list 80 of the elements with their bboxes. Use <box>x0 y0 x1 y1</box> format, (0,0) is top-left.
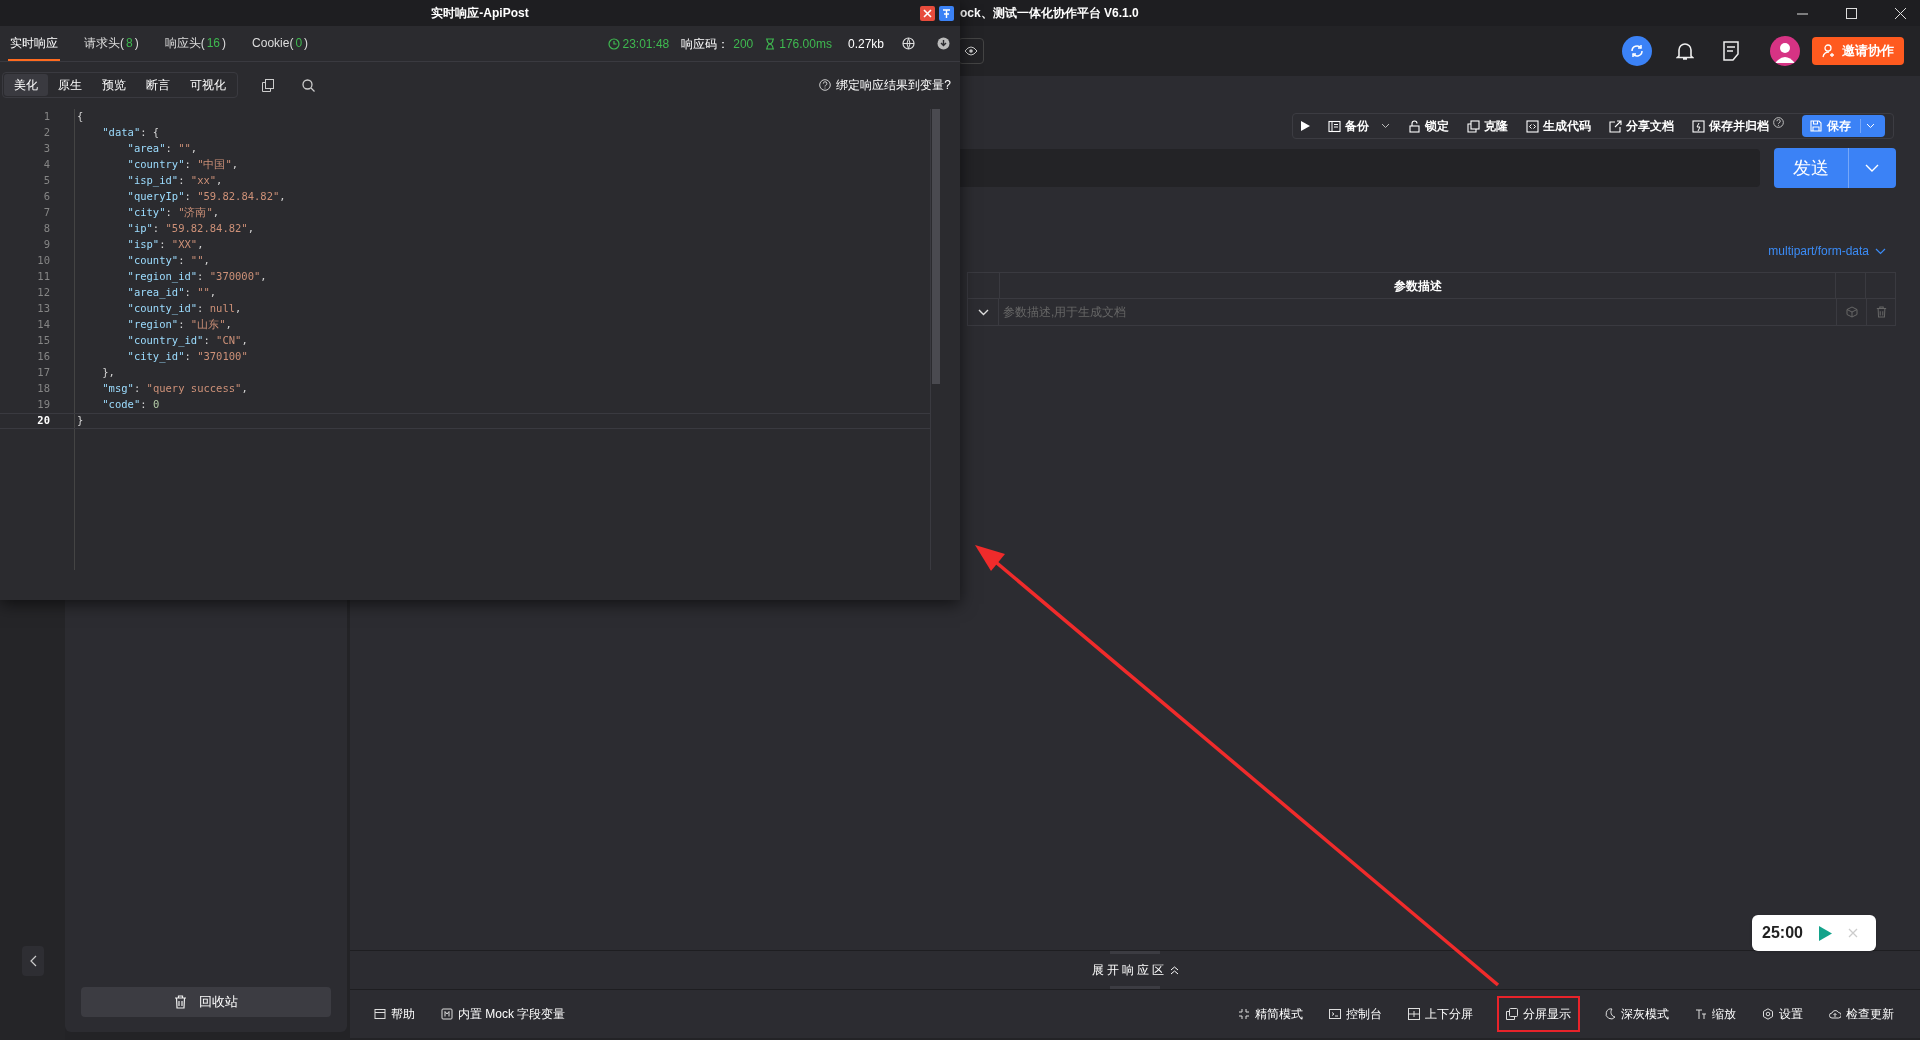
expand-response-bar[interactable]: 展开响应区 <box>1091 961 1179 979</box>
status-bar-button[interactable]: 分屏显示 <box>1497 996 1580 1032</box>
body-type-dropdown[interactable]: multipart/form-data <box>1768 242 1886 260</box>
status-bar-button[interactable]: 帮助 <box>374 996 415 1032</box>
view-tab[interactable]: 原生 <box>48 74 92 96</box>
status-bar-button[interactable]: 缩放 <box>1693 996 1738 1032</box>
code-line: "region": "山东", <box>74 317 232 333</box>
line-number: 4 <box>42 157 50 173</box>
line-number: 10 <box>36 253 50 269</box>
save-button[interactable]: 保存 <box>1802 115 1885 137</box>
recycle-bin-button[interactable]: 回收站 <box>81 987 331 1017</box>
line-number: 8 <box>42 221 50 237</box>
code-line: } <box>74 414 84 428</box>
code-line: "msg": "query success", <box>74 381 248 397</box>
line-number: 16 <box>36 349 50 365</box>
code-line: "ip": "59.82.84.82", <box>74 221 255 237</box>
code-line: "queryIp": "59.82.84.82", <box>74 189 286 205</box>
view-tab[interactable]: 可视化 <box>180 74 236 96</box>
code-line: "area": "", <box>74 141 198 157</box>
line-number: 2 <box>42 125 50 141</box>
code-line: "code": 0 <box>74 397 160 413</box>
status-bar-button[interactable]: 上下分屏 <box>1406 996 1475 1032</box>
line-number: 18 <box>36 381 50 397</box>
code-line: "isp": "XX", <box>74 237 204 253</box>
line-number: 1 <box>42 109 50 125</box>
duration-text: 176.00ms <box>779 35 832 53</box>
line-number: 13 <box>36 301 50 317</box>
toolbar-button[interactable]: 保存并归档 <box>1692 117 1784 135</box>
code-line: "area_id": "", <box>74 285 217 301</box>
code-line: "county": "", <box>74 253 210 269</box>
view-tab[interactable]: 断言 <box>136 74 180 96</box>
timer-text: 25:00 <box>1762 923 1803 943</box>
status-bar-button[interactable]: 精简模式 <box>1236 996 1305 1032</box>
toolbar-button[interactable]: 备份 <box>1328 117 1390 135</box>
line-number: 6 <box>42 189 50 205</box>
toolbar-button[interactable]: 生成代码 <box>1526 117 1591 135</box>
code-line: "country": "中国", <box>74 157 239 173</box>
line-number: 9 <box>42 237 50 253</box>
code-line: "data": { <box>74 125 160 141</box>
line-number: 5 <box>42 173 50 189</box>
code-line: { <box>74 109 84 125</box>
send-button[interactable]: 发送 <box>1774 148 1896 188</box>
code-line: "city": "济南", <box>74 205 220 221</box>
window-title: ock、测试一体化协作平台 V6.1.0 <box>960 5 1139 22</box>
status-bar-button[interactable]: 深灰模式 <box>1602 996 1671 1032</box>
code-line: "country_id": "CN", <box>74 333 248 349</box>
response-time-text: 23:01:48 <box>622 35 670 53</box>
status-code-label: 响应码： <box>681 35 730 53</box>
status-bar-button[interactable]: 内置 Mock 字段变量 <box>441 996 566 1032</box>
bind-variable-link[interactable]: 绑定响应结果到变量? <box>836 76 951 94</box>
code-line: "city_id": "370100" <box>74 349 248 365</box>
code-line: "isp_id": "xx", <box>74 173 223 189</box>
line-number: 15 <box>36 333 50 349</box>
code-line: "region_id": "370000", <box>74 269 267 285</box>
line-number: 19 <box>36 397 50 413</box>
line-number: 11 <box>36 269 50 285</box>
window-title: 实时响应-ApiPost <box>431 5 529 22</box>
line-number: 12 <box>36 285 50 301</box>
line-number: 7 <box>42 205 50 221</box>
status-bar-button[interactable]: 设置 <box>1760 996 1805 1032</box>
toolbar-button[interactable]: 分享文档 <box>1609 117 1674 135</box>
response-tab[interactable]: 实时响应 <box>8 26 60 61</box>
code-line: }, <box>74 365 115 381</box>
status-bar-button[interactable]: 检查更新 <box>1827 996 1896 1032</box>
toolbar-button[interactable]: 克隆 <box>1467 117 1508 135</box>
view-tab[interactable]: 美化 <box>4 74 48 96</box>
code-line: "county_id": null, <box>74 301 242 317</box>
line-number: 17 <box>36 365 50 381</box>
column-header: 参数描述 <box>1392 277 1443 295</box>
response-tab[interactable]: 响应头( 16 ) <box>162 26 229 61</box>
response-tab[interactable]: 请求头( 8 ) <box>82 26 141 61</box>
size-text: 0.27kb <box>847 35 884 53</box>
response-tab[interactable]: Cookie( 0 ) <box>250 26 311 61</box>
status-bar-button[interactable]: 控制台 <box>1327 996 1384 1032</box>
line-number: 3 <box>42 141 50 157</box>
line-number: 14 <box>36 317 50 333</box>
line-number: 20 <box>36 413 50 429</box>
toolbar-button[interactable]: 锁定 <box>1408 117 1449 135</box>
view-tab[interactable]: 预览 <box>92 74 136 96</box>
status-code-text: 200 <box>733 35 754 53</box>
